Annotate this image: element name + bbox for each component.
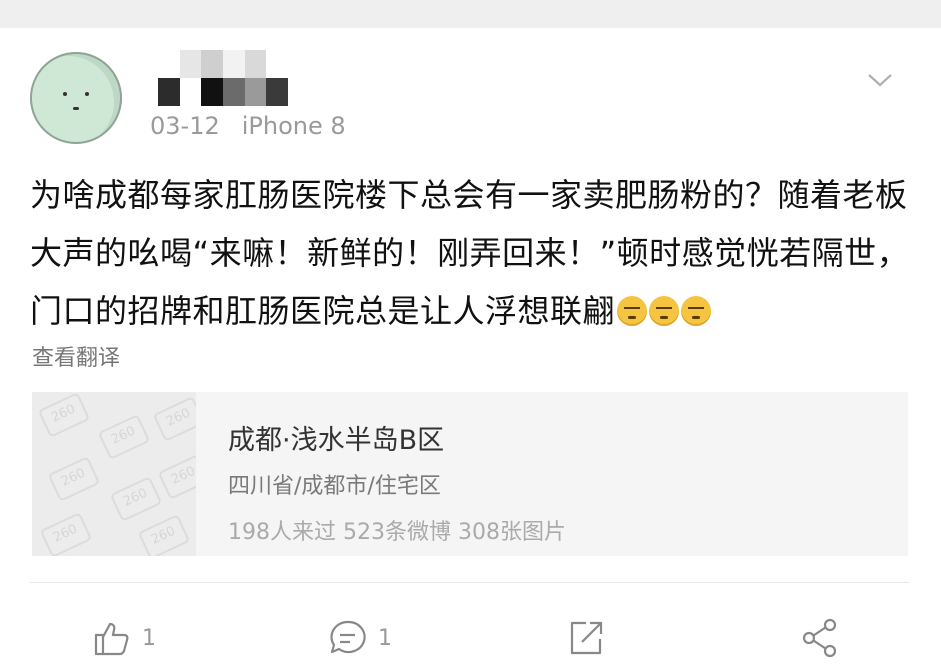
- watermark-icon: 260: [109, 476, 163, 522]
- comment-button[interactable]: 1: [328, 616, 392, 660]
- post-device: iPhone 8: [241, 112, 346, 140]
- post-date: 03-12: [150, 112, 220, 140]
- translate-link[interactable]: 查看翻译: [32, 340, 120, 372]
- avatar-mouth: [73, 107, 79, 110]
- watermark-icon: 260: [157, 454, 196, 500]
- location-stats: 198人来过 523条微博 308张图片: [228, 520, 566, 545]
- watermark-icon: 260: [137, 514, 191, 556]
- watermark-icon: 260: [37, 392, 91, 438]
- chevron-down-icon[interactable]: [866, 70, 894, 90]
- post-text: 为啥成都每家肛肠医院楼下总会有一家卖肥肠粉的？随着老板大声的吆喝“来嘛！新鲜的！…: [30, 166, 910, 340]
- watermark-icon: 260: [97, 414, 151, 460]
- share-button[interactable]: [800, 616, 842, 660]
- post-body: 为啥成都每家肛肠医院楼下总会有一家卖肥肠粉的？随着老板大声的吆喝“来嘛！新鲜的！…: [30, 176, 910, 330]
- watermark-icon: 260: [47, 456, 101, 502]
- avatar-eye-left: [63, 92, 67, 96]
- username-pixelated[interactable]: [158, 50, 288, 106]
- thumbs-up-icon: [94, 622, 129, 656]
- post-card: 03-12 iPhone 8 为啥成都每家肛肠医院楼下总会有一家卖肥肠粉的？随着老…: [0, 28, 941, 670]
- emoji-icon: [681, 296, 712, 326]
- location-title: 成都·浅水半岛B区: [228, 425, 445, 456]
- emoji-icon: [617, 296, 648, 326]
- location-thumbnail: 260 260 260 260 260 260 260 260: [32, 392, 196, 556]
- divider: [30, 582, 910, 583]
- avatar-eye-right: [85, 92, 89, 96]
- location-subtitle: 四川省/成都市/住宅区: [228, 474, 441, 499]
- avatar[interactable]: [30, 52, 122, 144]
- watermark-icon: 260: [152, 396, 196, 442]
- comment-icon: [330, 620, 366, 654]
- comment-count: 1: [378, 625, 392, 651]
- location-card[interactable]: 260 260 260 260 260 260 260 260 成都·浅水半岛B…: [32, 392, 908, 556]
- share-icon: [802, 618, 837, 658]
- share-out-icon: [570, 621, 603, 655]
- like-count: 1: [142, 625, 156, 651]
- emoji-icon: [649, 296, 680, 326]
- like-button[interactable]: 1: [92, 616, 156, 660]
- watermark-icon: 260: [39, 512, 93, 556]
- repost-button[interactable]: [566, 616, 606, 660]
- avatar-ring: [30, 52, 122, 144]
- post-meta: 03-12 iPhone 8: [150, 112, 346, 140]
